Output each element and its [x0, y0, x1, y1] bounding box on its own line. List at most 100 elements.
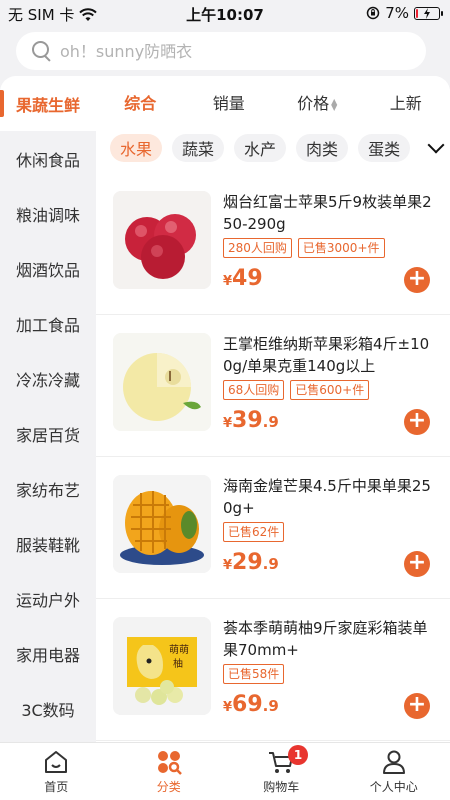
price-integer: 69	[232, 692, 263, 717]
chevron-down-icon[interactable]	[427, 136, 445, 154]
add-to-cart-button[interactable]: +	[404, 551, 430, 577]
price-currency: ¥	[223, 416, 233, 431]
subcategory-chip[interactable]: 水产	[234, 134, 287, 162]
product-tag: 280人回购	[223, 238, 292, 258]
product-price: ¥69.9	[223, 692, 279, 717]
price-currency: ¥	[223, 274, 233, 289]
tab-category[interactable]: 分类	[113, 743, 226, 800]
battery-level	[416, 8, 418, 18]
product-price: ¥29.9	[223, 550, 279, 575]
product-image[interactable]	[113, 191, 211, 289]
sidebar-item[interactable]: 3C数码	[0, 681, 96, 736]
sidebar-item[interactable]: 烟酒饮品	[0, 241, 96, 296]
price-decimal: .9	[262, 555, 279, 573]
product-tags: 已售58件	[223, 664, 285, 684]
sort-tabs: 综合 销量 价格 ▲ ▼ 上新	[96, 82, 450, 122]
sidebar-item-label: 服装鞋靴	[15, 535, 80, 555]
product-name[interactable]: 海南金煌芒果4.5斤中果单果250g+	[223, 475, 433, 519]
product-name[interactable]: 王掌柜维纳斯苹果彩箱4斤±100g/单果克重140g以上	[223, 333, 433, 377]
tab-label: 分类	[156, 780, 181, 794]
sidebar-item[interactable]: 冷冻冷藏	[0, 351, 96, 406]
product-tag: 已售62件	[223, 522, 285, 542]
product-name[interactable]: 荟本季萌萌柚9斤家庭彩箱装单果70mm+	[223, 617, 433, 661]
tab-user[interactable]: 个人中心	[338, 743, 450, 800]
tab-cart[interactable]: 购物车	[225, 743, 338, 800]
product-card[interactable]: 海南金煌芒果4.5斤中果单果250g+ 已售62件 ¥29.9 +	[96, 457, 450, 599]
sidebar-item-label: 休闲食品	[15, 150, 80, 170]
sidebar-item-label: 烟酒饮品	[15, 260, 80, 280]
sort-tab[interactable]: 上新	[362, 90, 450, 114]
svg-text:柚: 柚	[173, 657, 183, 670]
product-name[interactable]: 烟台红富士苹果5斤9枚装单果250-290g	[223, 191, 433, 235]
price-currency: ¥	[223, 558, 233, 573]
tab-label: 个人中心	[369, 780, 418, 794]
sidebar-item-label: 冷冻冷藏	[15, 370, 80, 390]
sidebar-item[interactable]: 加工食品	[0, 296, 96, 351]
category-sidebar: 果蔬生鲜休闲食品粮油调味烟酒饮品加工食品冷冻冷藏家居百货家纺布艺服装鞋靴运动户外…	[0, 76, 96, 742]
product-panel: 综合 销量 价格 ▲ ▼ 上新 水果 蔬菜 水产 肉类 蛋类 烟台红富士苹果5斤9枚装单果250-…	[96, 76, 450, 742]
sidebar-item-label: 粮油调味	[15, 205, 80, 225]
status-bar: 无 SIM 卡 上午10:07 7%	[0, 0, 450, 26]
add-to-cart-button[interactable]: +	[404, 409, 430, 435]
product-card[interactable]: 王掌柜维纳斯苹果彩箱4斤±100g/单果克重140g以上 68人回购 已售600+…	[96, 315, 450, 457]
bottom-tabbar: 首页 分类 购物车 个人中心 1	[0, 742, 450, 800]
search-input[interactable]	[60, 41, 400, 61]
sort-arrows-icon: ▲ ▼	[331, 96, 338, 112]
battery-percent: 7%	[385, 4, 409, 22]
orientation-lock-icon	[366, 6, 380, 20]
sort-tab[interactable]: 价格 ▲ ▼	[273, 90, 362, 114]
sort-tab[interactable]: 销量	[185, 90, 274, 114]
sidebar-item[interactable]: 家用电器	[0, 626, 96, 681]
sidebar-item-label: 加工食品	[15, 315, 80, 335]
search-bar[interactable]	[16, 32, 426, 70]
subcategory-chip[interactable]: 肉类	[296, 134, 349, 162]
battery-icon	[414, 6, 443, 20]
tab-label: 购物车	[263, 780, 300, 794]
status-right: 7%	[366, 4, 443, 22]
product-tag: 已售600+件	[290, 380, 370, 400]
price-integer: 39	[232, 408, 263, 433]
sidebar-item[interactable]: 家纺布艺	[0, 461, 96, 516]
product-price: ¥49	[223, 266, 263, 291]
add-to-cart-button[interactable]: +	[404, 693, 430, 719]
sidebar-item[interactable]: 家居百货	[0, 406, 96, 461]
subcategory-chips: 水果 蔬菜 水产 肉类 蛋类	[96, 128, 450, 168]
sidebar-item-label: 家用电器	[15, 645, 80, 665]
sidebar-item[interactable]: 运动户外	[0, 571, 96, 626]
sidebar-item-label: 3C数码	[21, 700, 75, 720]
sidebar-item[interactable]: 果蔬生鲜	[0, 76, 96, 131]
home-icon	[42, 748, 70, 776]
product-card[interactable]: 烟台红富士苹果5斤9枚装单果250-290g 280人回购 已售3000+件 ¥4…	[96, 173, 450, 315]
sidebar-item[interactable]: 服装鞋靴	[0, 516, 96, 571]
sort-tab-label: 销量	[212, 94, 245, 113]
sort-tab-label: 价格	[297, 94, 330, 113]
sort-tab[interactable]: 综合	[96, 90, 185, 114]
product-image[interactable]	[113, 333, 211, 431]
svg-text:萌萌: 萌萌	[169, 643, 189, 656]
tab-home[interactable]: 首页	[0, 743, 113, 800]
tab-label: 首页	[44, 780, 69, 794]
product-tags: 68人回购 已售600+件	[223, 380, 370, 400]
product-tags: 已售62件	[223, 522, 285, 542]
product-tag: 已售58件	[223, 664, 285, 684]
subcategory-chip[interactable]: 水果	[110, 134, 163, 162]
product-image[interactable]	[113, 475, 211, 573]
product-card[interactable]: 萌萌 柚 荟本季萌萌柚9斤家庭彩箱装单果70mm+ 已售58件 ¥69.9 +	[96, 599, 450, 741]
content: 果蔬生鲜休闲食品粮油调味烟酒饮品加工食品冷冻冷藏家居百货家纺布艺服装鞋靴运动户外…	[0, 76, 450, 742]
product-tag: 68人回购	[223, 380, 285, 400]
subcategory-chip[interactable]: 蔬菜	[172, 134, 225, 162]
sidebar-item[interactable]: 粮油调味	[0, 186, 96, 241]
sidebar-item-label: 家纺布艺	[15, 480, 80, 500]
add-to-cart-button[interactable]: +	[404, 267, 430, 293]
price-currency: ¥	[223, 700, 233, 715]
product-image[interactable]: 萌萌 柚	[113, 617, 211, 715]
sidebar-item-label: 运动户外	[15, 590, 80, 610]
subcategory-chip[interactable]: 蛋类	[358, 134, 411, 162]
product-price: ¥39.9	[223, 408, 279, 433]
sidebar-item[interactable]: 休闲食品	[0, 131, 96, 186]
product-tags: 280人回购 已售3000+件	[223, 238, 385, 258]
price-decimal: .9	[262, 413, 279, 431]
category-icon	[155, 748, 183, 776]
price-integer: 49	[232, 266, 263, 291]
product-tag: 已售3000+件	[297, 238, 385, 258]
